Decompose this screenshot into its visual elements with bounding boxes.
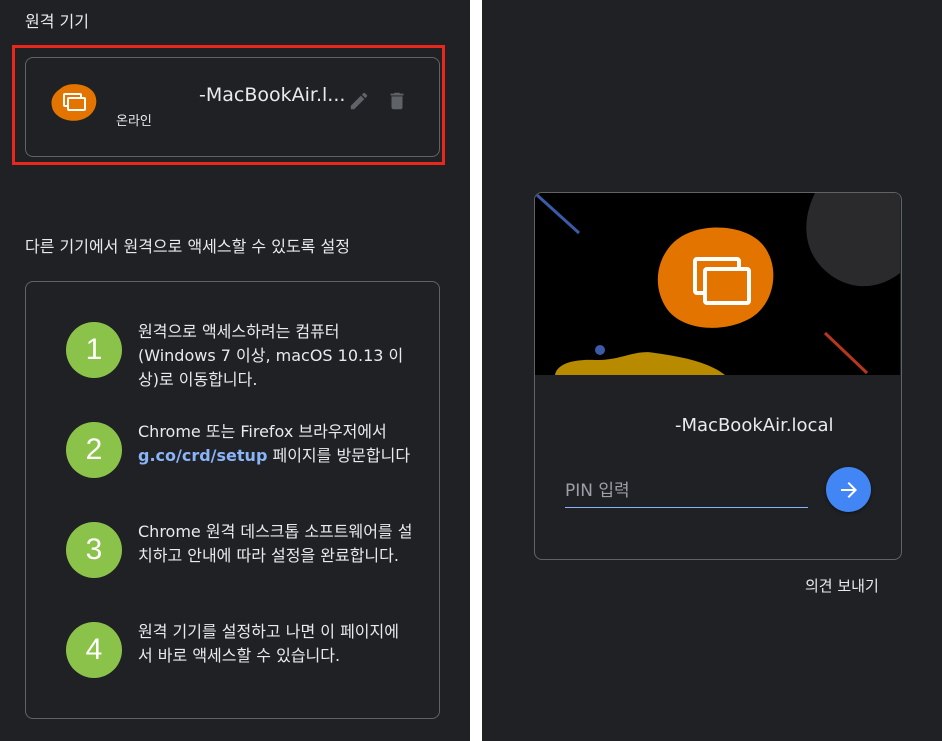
setup-steps-card: 1 원격으로 액세스하려는 컴퓨터 (Windows 7 이상, macOS 1…: [25, 281, 440, 719]
arrow-right-icon: [840, 481, 857, 498]
step-text-after: 페이지를 방문합니다: [267, 446, 411, 465]
device-name: -MacBookAir.l...: [199, 84, 346, 106]
pin-input[interactable]: [565, 475, 808, 508]
connect-device-name: -MacBookAir.local: [675, 415, 834, 436]
devices-panel: 원격 기기 -MacBookAir.l... 온라인 다른 기기에서 원격으로 …: [0, 0, 470, 741]
device-card[interactable]: -MacBookAir.l... 온라인: [25, 57, 440, 157]
step-number: 2: [66, 422, 122, 478]
device-status: 온라인: [116, 114, 152, 129]
hero-illustration: [535, 193, 900, 375]
setup-link[interactable]: g.co/crd/setup: [138, 446, 267, 465]
pencil-icon[interactable]: [346, 88, 372, 114]
step-number: 4: [66, 622, 122, 678]
step-text-before: Chrome 또는 Firefox 브라우저에서: [138, 422, 387, 441]
setup-title: 다른 기기에서 원격으로 액세스할 수 있도록 설정: [25, 237, 350, 256]
step-text: 원격 기기를 설정하고 나면 이 페이지에서 바로 액세스할 수 있습니다.: [138, 622, 399, 665]
connect-card: -MacBookAir.local: [534, 192, 902, 560]
step-text: Chrome 원격 데스크톱 소프트웨어를 설치하고 안내에 따라 설정을 완료…: [138, 522, 413, 565]
remote-desktop-icon: [50, 83, 98, 123]
send-feedback-link[interactable]: 의견 보내기: [805, 575, 879, 596]
step-text: 원격으로 액세스하려는 컴퓨터 (Windows 7 이상, macOS 10.…: [138, 322, 404, 389]
connect-panel: -MacBookAir.local 의견 보내기: [482, 0, 942, 741]
step-number: 3: [66, 522, 122, 578]
connect-button[interactable]: [826, 467, 871, 512]
trash-icon[interactable]: [384, 88, 410, 114]
remote-devices-title: 원격 기기: [25, 12, 89, 31]
step-text: Chrome 또는 Firefox 브라우저에서 g.co/crd/setup …: [138, 420, 413, 468]
step-number: 1: [66, 322, 122, 378]
